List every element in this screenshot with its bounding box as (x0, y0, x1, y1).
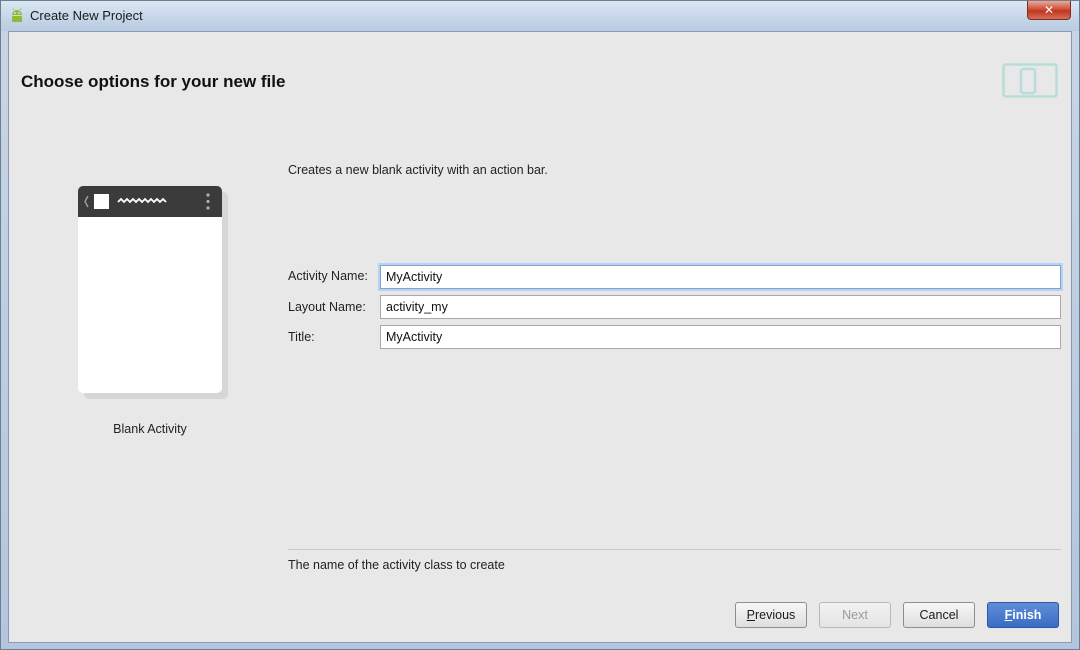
title-bar[interactable]: Create New Project ✕ (1, 1, 1079, 31)
close-icon: ✕ (1043, 3, 1055, 17)
finish-label: inish (1012, 608, 1042, 622)
template-name: Blank Activity (113, 422, 187, 436)
divider (288, 549, 1061, 550)
app-icon (94, 194, 109, 209)
dialog-window: Create New Project ✕ Choose options for … (0, 0, 1080, 650)
back-chevron-icon (84, 195, 89, 208)
cancel-label: Cancel (919, 608, 959, 622)
title-squiggle (117, 197, 167, 204)
next-button[interactable]: Next (819, 602, 891, 628)
page-title: Choose options for your new file (21, 72, 286, 91)
title-label: Title: (288, 330, 315, 344)
wizard-content: Choose options for your new file Blank A… (8, 31, 1072, 643)
title-input[interactable] (380, 325, 1061, 349)
previous-mnemonic: P (746, 608, 756, 622)
preview-action-bar (78, 186, 222, 217)
overflow-menu-icon (206, 193, 210, 197)
close-button[interactable]: ✕ (1027, 1, 1071, 20)
finish-button[interactable]: Finish (987, 602, 1059, 628)
activity-preview (78, 186, 222, 393)
previous-button[interactable]: Previous (735, 602, 807, 628)
action-bar-graphic (84, 193, 210, 210)
finish-mnemonic: F (1004, 608, 1013, 622)
android-icon (12, 8, 22, 22)
device-icon (1002, 63, 1058, 98)
activity-name-label: Activity Name: (288, 269, 368, 283)
cancel-button[interactable]: Cancel (903, 602, 975, 628)
next-label: Next (842, 608, 868, 622)
layout-name-label: Layout Name: (288, 300, 366, 314)
previous-label: revious (755, 608, 796, 622)
layout-name-input[interactable] (380, 295, 1061, 319)
wizard-header: Choose options for your new file (9, 32, 1071, 132)
window-title: Create New Project (30, 8, 143, 23)
field-hint: The name of the activity class to create (288, 558, 505, 572)
activity-name-input[interactable] (380, 265, 1061, 289)
template-description: Creates a new blank activity with an act… (288, 163, 548, 177)
